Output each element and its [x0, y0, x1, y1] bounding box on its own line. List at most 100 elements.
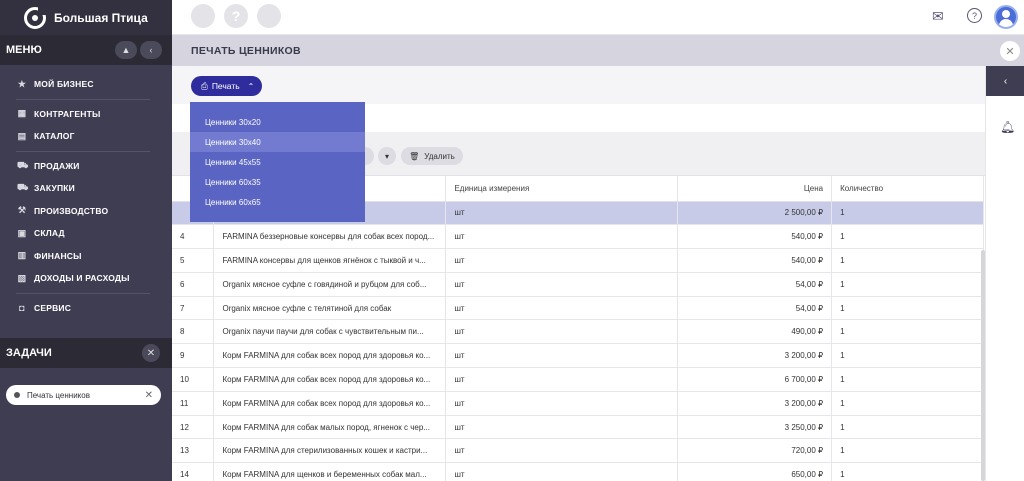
table-row[interactable]: 6 Organix мясное суфле с говядиной и рубц…: [172, 272, 984, 297]
cell-unit: шт: [445, 343, 679, 369]
cell-unit: шт: [445, 319, 679, 345]
cell-price: 540,00 ₽: [677, 248, 833, 273]
cell-unit: шт: [445, 367, 679, 392]
cell-unit: шт: [445, 391, 679, 416]
tasks-header: ЗАДАЧИ ✕: [0, 338, 172, 368]
delete-button[interactable]: 🗑 Удалить: [401, 147, 463, 165]
close-icon[interactable]: ✕: [142, 344, 160, 362]
chevron-left-icon[interactable]: ‹: [140, 41, 162, 59]
task-chip[interactable]: Печать ценников ✕: [6, 385, 161, 405]
sidebar-item-label: ПРОИЗВОДСТВО: [34, 205, 109, 216]
table-row[interactable]: 8 Organix паучи паучи для собак с чувстви…: [172, 319, 984, 345]
cell-num: 8: [172, 319, 215, 345]
column-header-price[interactable]: Цена: [677, 176, 833, 202]
print-menu-item[interactable]: Ценники 30x40: [190, 132, 365, 152]
table-row[interactable]: 14 Корм FARMINA для щенков и беременных с…: [172, 462, 984, 481]
print-button[interactable]: ⎙ Печать ⌃: [191, 76, 262, 96]
sidebar-item[interactable]: ★ МОЙ БИЗНЕС: [0, 73, 172, 96]
cell-qty: 1: [831, 415, 984, 440]
cell-price: 2 500,00 ₽: [677, 201, 833, 226]
cell-name: Organix мясное суфле с телятиной для соб…: [213, 296, 447, 321]
cell-name: Корм FARMINA для собак всех пород для зд…: [213, 391, 447, 416]
delete-button-label: Удалить: [424, 151, 455, 161]
cell-unit: шт: [445, 248, 679, 273]
sidebar-item[interactable]: ⚒ ПРОИЗВОДСТВО: [0, 200, 172, 223]
column-header-unit[interactable]: Единица измерения: [445, 176, 679, 202]
printer-icon: ⎙: [201, 80, 208, 91]
sidebar-item[interactable]: ◘ СЕРВИС: [0, 297, 172, 320]
cell-qty: 1: [831, 272, 984, 297]
nav-icon: ⛟: [17, 182, 29, 193]
table-row[interactable]: 13 Корм FARMINA для стерилизованных кошек…: [172, 438, 984, 464]
right-rail: ‹ 🔔︎: [985, 66, 1024, 481]
cell-name: FARMINA беззерновые консервы для собак в…: [213, 224, 447, 250]
sidebar-item[interactable]: ▣ СКЛАД: [0, 222, 172, 245]
cell-qty: 1: [831, 319, 984, 345]
cell-price: 54,00 ₽: [677, 272, 833, 297]
cell-qty: 1: [831, 224, 984, 250]
sidebar: Большая Птица МЕНЮ ▲ ‹ ★ МОЙ БИЗНЕС ▦ КОНТР…: [0, 0, 172, 481]
cell-price: 6 700,00 ₽: [677, 367, 833, 392]
close-icon[interactable]: ✕: [145, 390, 153, 401]
cell-qty: 1: [831, 201, 984, 226]
cell-name: Корм FARMINA для собак всех пород для зд…: [213, 343, 447, 369]
cell-price: 3 200,00 ₽: [677, 391, 833, 416]
column-header-qty[interactable]: Количество: [831, 176, 984, 202]
sidebar-item[interactable]: ▥ ФИНАНСЫ: [0, 245, 172, 268]
cell-qty: 1: [831, 296, 984, 321]
sidebar-item[interactable]: ▦ КОНТРАГЕНТЫ: [0, 103, 172, 126]
divider: [16, 292, 150, 294]
sidebar-item-label: ФИНАНСЫ: [34, 250, 82, 261]
sidebar-item[interactable]: ⛟ ЗАКУПКИ: [0, 177, 172, 200]
chevron-left-icon[interactable]: ‹: [986, 66, 1024, 96]
nav-icon: ◘: [19, 302, 25, 313]
nav-icon: ⚒: [17, 205, 27, 216]
cell-num: 10: [172, 367, 215, 392]
divider: [16, 150, 150, 152]
close-icon[interactable]: ✕: [1000, 41, 1020, 61]
chevron-up-icon[interactable]: ▲: [115, 41, 137, 59]
sidebar-item[interactable]: ▧ ДОХОДЫ И РАСХОДЫ: [0, 267, 172, 290]
sidebar-item-label: КОНТРАГЕНТЫ: [34, 108, 101, 119]
cell-qty: 1: [831, 391, 984, 416]
nav-icon: ▧: [17, 272, 27, 283]
logo-bar[interactable]: Большая Птица: [0, 0, 172, 35]
print-menu-item[interactable]: Ценники 60x35: [190, 172, 365, 192]
table-row[interactable]: 10 Корм FARMINA для собак всех пород для …: [172, 367, 984, 392]
print-menu-item[interactable]: Ценники 30x20: [190, 112, 365, 132]
print-menu-item[interactable]: Ценники 45x55: [190, 152, 365, 172]
sidebar-item-label: ДОХОДЫ И РАСХОДЫ: [34, 273, 130, 284]
cell-name: Корм FARMINA для собак всех пород для зд…: [213, 367, 447, 392]
sidebar-item-label: СКЛАД: [34, 228, 65, 239]
cell-name: Organix паучи паучи для собак с чувствит…: [213, 319, 447, 345]
logo-icon: [24, 5, 47, 29]
chevron-down-icon[interactable]: ▾: [378, 147, 396, 165]
cell-unit: шт: [445, 272, 679, 297]
table-row[interactable]: 9 Корм FARMINA для собак всех пород для з…: [172, 343, 984, 369]
table-row[interactable]: 11 Корм FARMINA для собак всех пород для …: [172, 391, 984, 416]
table-row[interactable]: 5 FARMINA консервы для щенков ягнёнок с т…: [172, 248, 984, 273]
placeholder-circle-icon[interactable]: [257, 4, 281, 28]
sidebar-item[interactable]: ▤ КАТАЛОГ: [0, 125, 172, 148]
menu-title: МЕНЮ: [6, 44, 42, 56]
help-circle-icon[interactable]: ?: [224, 4, 248, 28]
cell-num: 4: [172, 224, 215, 250]
bell-icon[interactable]: 🔔︎: [1000, 120, 1015, 134]
sidebar-item[interactable]: ⛟ ПРОДАЖИ: [0, 155, 172, 178]
table-row[interactable]: 4 FARMINA беззерновые консервы для собак …: [172, 224, 984, 250]
table-row[interactable]: 7 Organix мясное суфле с телятиной для со…: [172, 296, 984, 321]
nav-icon: ⛟: [17, 159, 29, 170]
divider: [16, 98, 150, 100]
sidebar-item-label: КАТАЛОГ: [34, 131, 75, 142]
help-icon[interactable]: ?: [967, 8, 982, 23]
mail-icon[interactable]: ✉: [932, 8, 944, 25]
avatar[interactable]: [994, 5, 1018, 29]
nav-icon: ▤: [17, 130, 27, 141]
sidebar-nav: ★ МОЙ БИЗНЕС ▦ КОНТРАГЕНТЫ ▤ КАТАЛОГ ⛟ ПРОДАЖИ ⛟…: [0, 65, 172, 319]
table-row[interactable]: 12 Корм FARMINA для собак малых пород, яг…: [172, 415, 984, 440]
placeholder-circle-icon[interactable]: [191, 4, 215, 28]
tasks-title: ЗАДАЧИ: [6, 347, 52, 359]
cell-num: 5: [172, 248, 215, 273]
print-menu-item[interactable]: Ценники 60x65: [190, 192, 365, 212]
task-chip-label: Печать ценников: [27, 390, 90, 400]
